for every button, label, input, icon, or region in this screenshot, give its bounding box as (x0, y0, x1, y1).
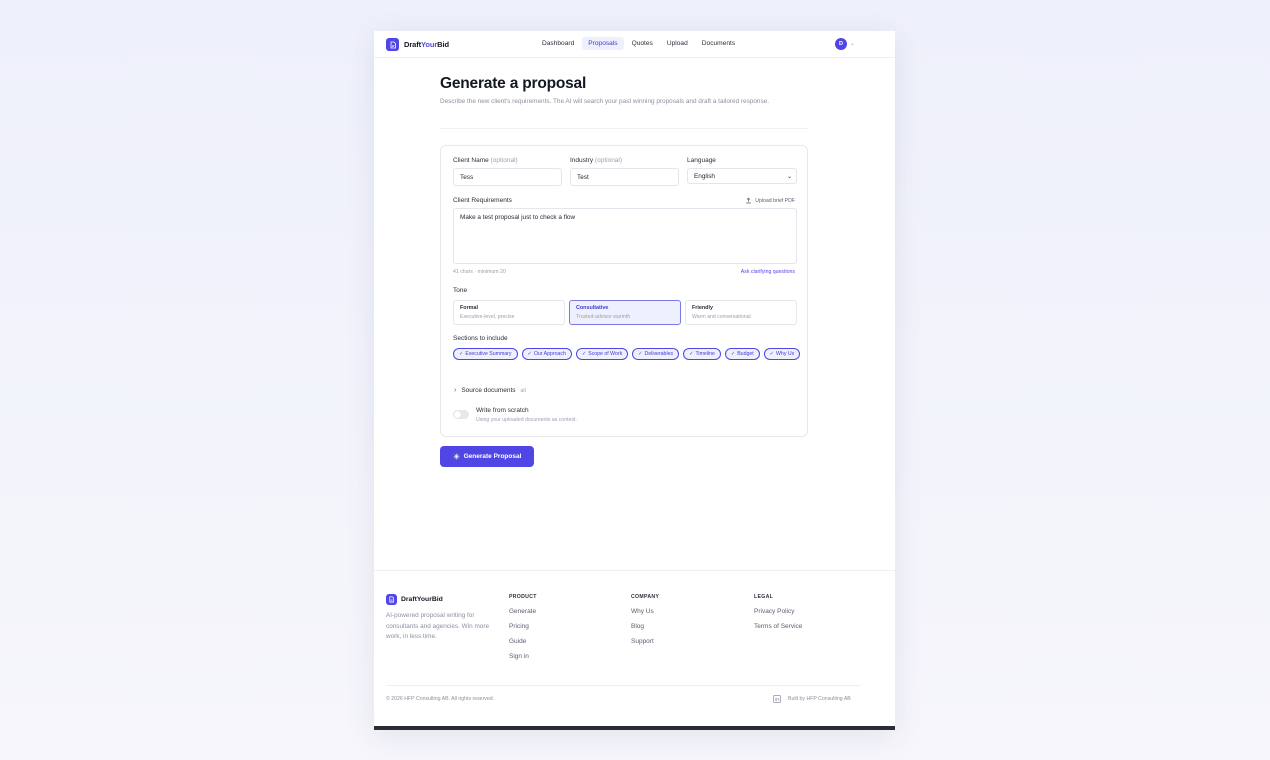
chevron-down-icon: ⌄ (786, 174, 792, 180)
tone-name: Formal (460, 305, 478, 311)
check-icon: ✓ (689, 351, 694, 357)
footer-link-why-us[interactable]: Why Us (631, 608, 659, 615)
footer-column-company: COMPANY Why Us Blog Support (631, 594, 659, 645)
source-documents-label: Source documents (461, 387, 516, 394)
generate-proposal-label: Generate Proposal (463, 453, 522, 460)
footer-link-generate[interactable]: Generate (509, 608, 537, 615)
copyright: © 2026 HFP Consulting AB. All rights res… (386, 696, 495, 702)
source-documents-toggle[interactable]: › Source documents all (454, 387, 526, 394)
footer: DraftYourBid AI-powered proposal writing… (374, 570, 895, 730)
brand-logo[interactable]: DraftYourBid (386, 38, 449, 51)
section-chip-our-approach[interactable]: ✓ Our Approach (521, 348, 572, 360)
upload-icon (746, 197, 752, 204)
document-icon (386, 594, 397, 605)
tone-name: Consultative (576, 305, 609, 311)
linkedin-icon[interactable] (773, 695, 781, 703)
tone-desc: Executive-level, precise (460, 314, 515, 320)
footer-link-terms[interactable]: Terms of Service (754, 623, 802, 630)
chevron-right-icon: › (454, 387, 457, 394)
footer-brand-name: DraftYourBid (401, 596, 443, 603)
scratch-desc: Using your uploaded documents as context… (476, 417, 577, 423)
divider (386, 685, 861, 686)
section-chip-why-us[interactable]: ✓ Why Us (763, 348, 801, 360)
check-icon: ✓ (581, 351, 587, 357)
section-chip-timeline[interactable]: ✓ Timeline (683, 348, 721, 360)
footer-column-legal: LEGAL Privacy Policy Terms of Service (754, 594, 802, 630)
section-chip-scope-of-work[interactable]: ✓ Scope of Work (575, 348, 629, 360)
nav-links: Dashboard Proposals Quotes Upload Docume… (536, 37, 741, 50)
footer-heading: PRODUCT (509, 594, 537, 600)
upload-brief-button[interactable]: Upload brief PDF (745, 197, 795, 204)
footer-link-support[interactable]: Support (631, 638, 659, 645)
tone-option-formal[interactable]: Formal Executive-level, precise (453, 300, 565, 325)
section-chip-deliverables[interactable]: ✓ Deliverables (632, 348, 680, 360)
industry-input[interactable]: Test (570, 168, 679, 186)
language-value: English (694, 173, 715, 180)
nav-link-proposals[interactable]: Proposals (582, 37, 624, 50)
footer-column-product: PRODUCT Generate Pricing Guide Sign in (509, 594, 537, 660)
requirements-textarea[interactable]: Make a test proposal just to check a flo… (453, 208, 797, 264)
sections-label: Sections to include (453, 335, 508, 342)
section-chip-budget[interactable]: ✓ Budget (724, 348, 760, 360)
proposal-form: Client Name (optional) Tess Industry (op… (440, 145, 808, 437)
document-icon (386, 38, 399, 51)
section-chip-executive-summary[interactable]: ✓ Executive Summary (453, 348, 518, 360)
footer-link-sign-in[interactable]: Sign in (509, 653, 537, 660)
tone-option-friendly[interactable]: Friendly Warm and conversational (685, 300, 797, 325)
industry-label: Industry (optional) (570, 157, 623, 164)
tone-name: Friendly (692, 305, 713, 311)
tone-desc: Warm and conversational (692, 314, 751, 320)
avatar[interactable]: D (835, 38, 847, 50)
footer-heading: LEGAL (754, 594, 774, 600)
nav-link-upload[interactable]: Upload (661, 37, 694, 50)
window-bottom-bar (374, 726, 895, 730)
ask-clarifying-link[interactable]: Ask clarifying questions (741, 269, 795, 275)
section-chips: ✓ Executive Summary ✓ Our Approach ✓ Scope … (453, 348, 803, 360)
tone-label: Tone (453, 287, 468, 294)
footer-link-blog[interactable]: Blog (631, 623, 659, 630)
page-title: Generate a proposal (440, 75, 587, 92)
generate-proposal-button[interactable]: Generate Proposal (440, 446, 534, 467)
language-label: Language (687, 157, 716, 164)
nav-link-quotes[interactable]: Quotes (626, 37, 659, 50)
language-select[interactable]: English ⌄ (687, 168, 797, 184)
sparkle-icon (453, 453, 460, 460)
toggle-knob (454, 411, 461, 418)
footer-link-guide[interactable]: Guide (509, 638, 537, 645)
source-count: all (520, 387, 526, 394)
page-subtitle: Describe the new client's requirements. … (440, 98, 769, 105)
upload-brief-label: Upload brief PDF (755, 197, 795, 204)
app-window: DraftYourBid Dashboard Proposals Quotes … (374, 31, 895, 730)
check-icon: ✓ (459, 351, 464, 357)
client-name-input[interactable]: Tess (453, 168, 562, 186)
check-icon: ✓ (638, 351, 643, 357)
check-icon: ✓ (527, 351, 532, 357)
tone-option-consultative[interactable]: Consultative Trusted-advisor warmth (569, 300, 681, 325)
divider (440, 128, 808, 129)
char-count: 41 chars · minimum 20 (453, 269, 506, 275)
footer-link-pricing[interactable]: Pricing (509, 623, 537, 630)
footer-description: AI-powered proposal writing for consulta… (386, 612, 490, 641)
requirements-label: Client Requirements (453, 197, 512, 204)
check-icon: ✓ (769, 351, 775, 357)
tone-desc: Trusted-advisor warmth (576, 314, 631, 320)
footer-brand[interactable]: DraftYourBid (386, 594, 443, 605)
footer-link-privacy[interactable]: Privacy Policy (754, 608, 802, 615)
footer-heading: COMPANY (631, 594, 660, 600)
built-by: Built by HFP Consulting AB (773, 695, 851, 703)
top-nav: DraftYourBid Dashboard Proposals Quotes … (374, 31, 895, 58)
nav-link-dashboard[interactable]: Dashboard (536, 37, 580, 50)
brand-name: DraftYourBid (404, 40, 449, 49)
nav-link-documents[interactable]: Documents (696, 37, 741, 50)
scratch-title: Write from scratch (476, 407, 529, 414)
client-name-label: Client Name (optional) (453, 157, 518, 164)
check-icon: ✓ (730, 351, 736, 357)
built-by-label: Built by HFP Consulting AB (788, 696, 851, 702)
write-from-scratch-toggle[interactable] (453, 410, 469, 419)
chevron-down-icon[interactable]: ⌄ (850, 40, 855, 47)
